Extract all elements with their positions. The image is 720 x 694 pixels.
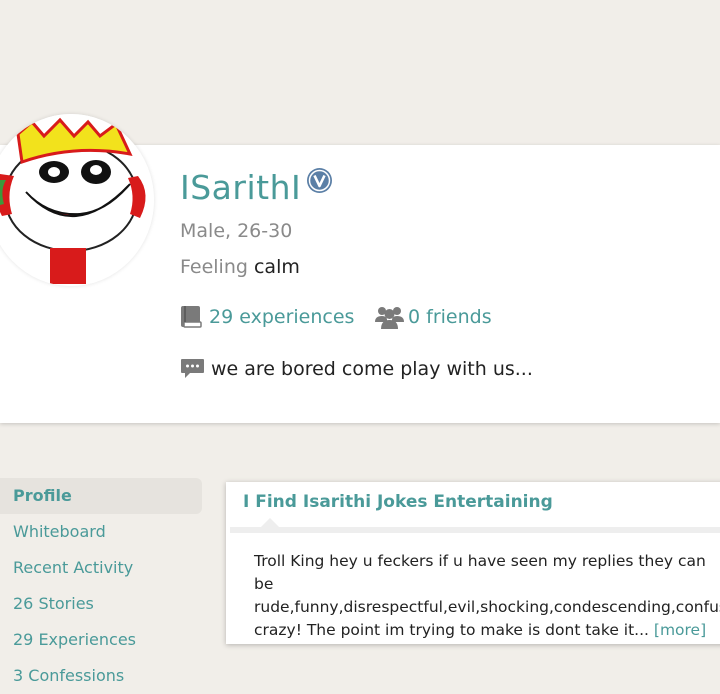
profile-sidebar-nav: Profile Whiteboard Recent Activity 26 St… xyxy=(0,478,205,694)
status-text: we are bored come play with us... xyxy=(211,358,533,380)
experiences-link[interactable]: 29 experiences xyxy=(180,305,354,329)
gender-age: Male, 26-30 xyxy=(180,220,293,242)
story-excerpt: Troll King hey u feckers if u have seen … xyxy=(254,550,720,642)
story-pointer xyxy=(260,518,280,528)
feeling-label: Feeling xyxy=(180,256,248,278)
story-divider xyxy=(230,527,720,533)
sidebar-item-profile[interactable]: Profile xyxy=(0,478,202,514)
sidebar-item-confessions[interactable]: 3 Confessions xyxy=(0,658,205,694)
more-link[interactable]: [more] xyxy=(654,621,706,639)
friends-label: 0 friends xyxy=(408,306,492,328)
sidebar-item-whiteboard[interactable]: Whiteboard xyxy=(0,514,205,550)
story-excerpt-text: Troll King hey u feckers if u have seen … xyxy=(254,552,720,639)
book-icon xyxy=(181,306,202,328)
group-icon xyxy=(375,307,404,329)
friends-link[interactable]: 0 friends xyxy=(375,305,492,329)
status-message: we are bored come play with us... xyxy=(180,358,533,380)
speech-bubble-icon xyxy=(181,359,204,378)
username: ISarithI xyxy=(180,168,302,207)
experiences-label: 29 experiences xyxy=(209,306,355,328)
sidebar-item-recent-activity[interactable]: Recent Activity xyxy=(0,550,205,586)
sidebar-item-experiences[interactable]: 29 Experiences xyxy=(0,622,205,658)
verified-badge-icon xyxy=(307,168,332,193)
feeling-line: Feeling calm xyxy=(180,256,300,278)
story-title[interactable]: I Find Isarithi Jokes Entertaining xyxy=(243,492,553,512)
story-card: I Find Isarithi Jokes Entertaining Troll… xyxy=(226,482,720,644)
feeling-value: calm xyxy=(253,256,300,278)
sidebar-item-stories[interactable]: 26 Stories xyxy=(0,586,205,622)
